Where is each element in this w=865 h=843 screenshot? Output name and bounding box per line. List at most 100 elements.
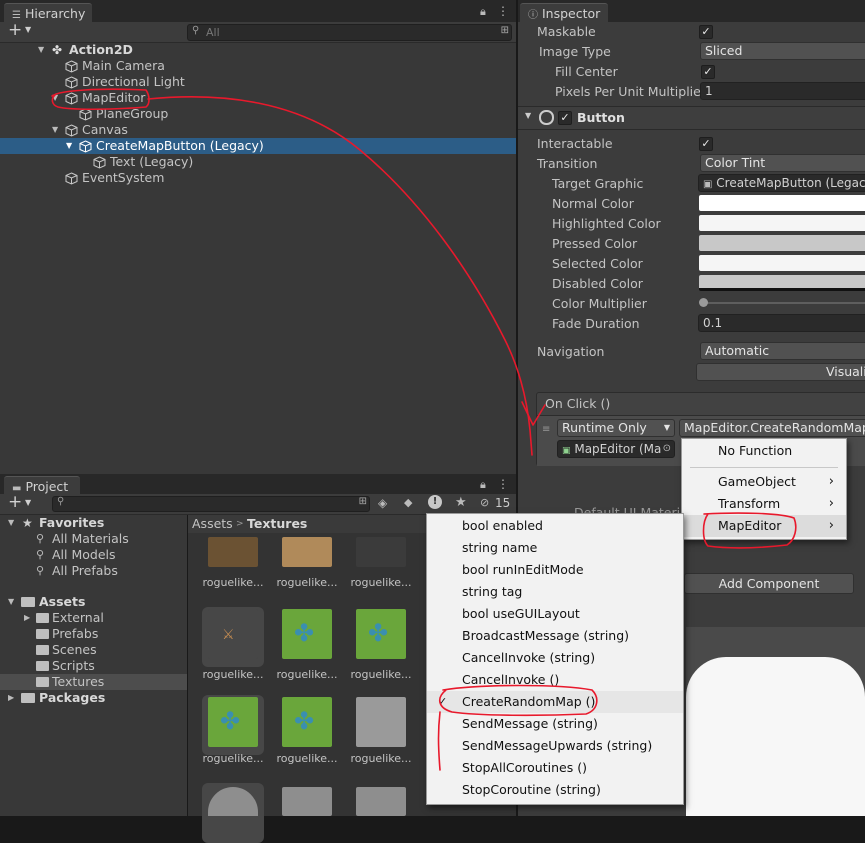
menu-item-transform[interactable]: Transform › [682,493,846,515]
hierarchy-item-main-camera[interactable]: Main Camera [0,58,516,74]
menu-item-gameobject[interactable]: GameObject › [682,471,846,493]
asset-folder-external[interactable]: ▶ External [0,610,187,626]
search-filter-icon[interactable]: ⊞ [359,496,367,507]
texture-thumbnail[interactable]: ⚔ [208,609,258,659]
method-item[interactable]: bool enabled [427,515,683,537]
favorite-item[interactable]: ⚲ All Prefabs [0,563,187,579]
fill-center-checkbox[interactable]: ✓ [701,65,715,79]
filter-warning-icon[interactable]: ! [428,495,442,509]
texture-thumbnail[interactable]: ✤ [282,609,332,659]
add-button[interactable]: + [8,20,22,40]
image-type-dropdown[interactable]: Sliced [700,42,865,60]
method-item[interactable]: string tag [427,581,683,603]
asset-folder-prefabs[interactable]: Prefabs [0,626,187,642]
method-item[interactable]: bool runInEditMode [427,559,683,581]
normal-color-swatch[interactable] [699,195,865,211]
texture-thumbnail[interactable] [356,697,406,747]
packages-header[interactable]: ▶ Packages [0,690,187,706]
texture-thumbnail[interactable]: ✤ [356,609,406,659]
maskable-checkbox[interactable]: ✓ [699,25,713,39]
pressed-color-swatch[interactable] [699,235,865,251]
add-asset-button[interactable]: + [8,492,22,512]
button-enabled-checkbox[interactable]: ✓ [558,111,572,125]
method-item[interactable]: string name [427,537,683,559]
expand-arrow-icon[interactable]: ▼ [52,90,58,106]
interactable-checkbox[interactable]: ✓ [699,137,713,151]
more-options-icon[interactable]: ⋮ [497,4,509,18]
lock-icon[interactable]: 🔒︎ [480,478,486,492]
expand-arrow-icon[interactable]: ▼ [66,138,72,154]
transition-dropdown[interactable]: Color Tint [700,154,865,172]
expand-arrow-icon[interactable]: ▼ [52,122,58,138]
chevron-down-icon[interactable]: ▼ [25,498,31,507]
favorite-item[interactable]: ⚲ All Models [0,547,187,563]
ppu-field[interactable]: 1 [700,82,865,100]
menu-item-mapeditor[interactable]: MapEditor › [682,515,846,537]
texture-thumbnail[interactable] [282,787,332,816]
expand-arrow-icon[interactable]: ▼ [38,42,44,58]
drag-handle-icon[interactable]: ≡ [542,424,550,435]
asset-folder-scripts[interactable]: Scripts [0,658,187,674]
hierarchy-item-canvas[interactable]: ▼ Canvas [0,122,516,138]
hidden-packages-icon[interactable]: ⊘ [480,496,489,509]
color-multiplier-slider[interactable] [699,298,865,307]
search-filter-icon[interactable]: ⊞ [501,25,509,36]
expand-arrow-icon[interactable]: ▶ [24,610,30,626]
favorite-item[interactable]: ⚲ All Materials [0,531,187,547]
method-item[interactable]: CancelInvoke (string) [427,647,683,669]
menu-item-no-function[interactable]: No Function [682,440,846,462]
expand-arrow-icon[interactable]: ▼ [525,111,531,120]
favorite-star-icon[interactable]: ★ [455,495,467,510]
runtime-dropdown[interactable]: Runtime Only ▼ [557,419,675,437]
filter-by-type-icon[interactable]: ◈ [378,496,387,510]
more-options-icon[interactable]: ⋮ [497,477,509,491]
breadcrumb-root[interactable]: Assets [192,515,233,533]
hierarchy-item-directional-light[interactable]: Directional Light [0,74,516,90]
asset-folder-textures[interactable]: Textures [0,674,187,690]
selected-color-swatch[interactable] [699,255,865,271]
filter-by-label-icon[interactable]: ◆ [404,496,412,509]
project-search-input[interactable]: ⚲ ⊞ [52,496,370,512]
target-object-field[interactable]: ▣ MapEditor (Ma ⊙ [557,440,675,458]
asset-folder-scenes[interactable]: Scenes [0,642,187,658]
texture-thumbnail[interactable] [208,537,258,567]
tab-inspector[interactable]: ⓘ Inspector [520,3,608,23]
navigation-dropdown[interactable]: Automatic [700,342,865,360]
expand-arrow-icon[interactable]: ▶ [8,690,14,706]
method-item[interactable]: SendMessageUpwards (string) [427,735,683,757]
favorites-header[interactable]: ▼ ★ Favorites [0,515,187,531]
visualize-button[interactable]: Visualize [696,363,865,381]
method-item[interactable]: CancelInvoke () [427,669,683,691]
hierarchy-item-action2d[interactable]: ▼ ✤ Action2D [0,42,516,58]
texture-thumbnail[interactable] [282,537,332,567]
method-item[interactable]: SendMessage (string) [427,713,683,735]
hierarchy-item-text-legacy[interactable]: Text (Legacy) [0,154,516,170]
button-component-header[interactable]: ▼ ✓ Button [518,106,865,130]
disabled-color-swatch[interactable] [699,275,865,291]
texture-thumbnail[interactable] [356,787,406,816]
method-item[interactable]: BroadcastMessage (string) [427,625,683,647]
object-picker-icon[interactable]: ⊙ [663,441,671,457]
texture-thumbnail[interactable]: ✤ [282,697,332,747]
function-dropdown[interactable]: MapEditor.CreateRandomMap [679,419,865,437]
chevron-down-icon[interactable]: ▼ [25,25,31,34]
target-graphic-field[interactable]: ▣ CreateMapButton (Legacy) [698,174,865,192]
fade-duration-field[interactable]: 0.1 [698,314,865,332]
hierarchy-item-planegroup[interactable]: PlaneGroup [0,106,516,122]
method-item[interactable]: StopCoroutine (string) [427,779,683,801]
hierarchy-item-eventsystem[interactable]: EventSystem [0,170,516,186]
expand-arrow-icon[interactable]: ▼ [8,594,14,610]
texture-thumbnail[interactable] [356,537,406,567]
hierarchy-search-input[interactable]: ⚲ All ⊞ [187,24,512,41]
lock-icon[interactable]: 🔒︎ [480,5,486,19]
method-item[interactable]: StopAllCoroutines () [427,757,683,779]
slider-handle[interactable] [699,298,708,307]
add-component-button[interactable]: Add Component [684,573,854,594]
method-item[interactable]: bool useGUILayout [427,603,683,625]
assets-header[interactable]: ▼ Assets [0,594,187,610]
texture-thumbnail[interactable]: ✤ [208,697,258,747]
highlighted-color-swatch[interactable] [699,215,865,231]
hierarchy-item-mapeditor[interactable]: ▼ MapEditor [0,90,516,106]
method-item-selected[interactable]: ✓ CreateRandomMap () [427,691,683,713]
hierarchy-item-createmapbutton[interactable]: ▼ CreateMapButton (Legacy) [0,138,516,154]
